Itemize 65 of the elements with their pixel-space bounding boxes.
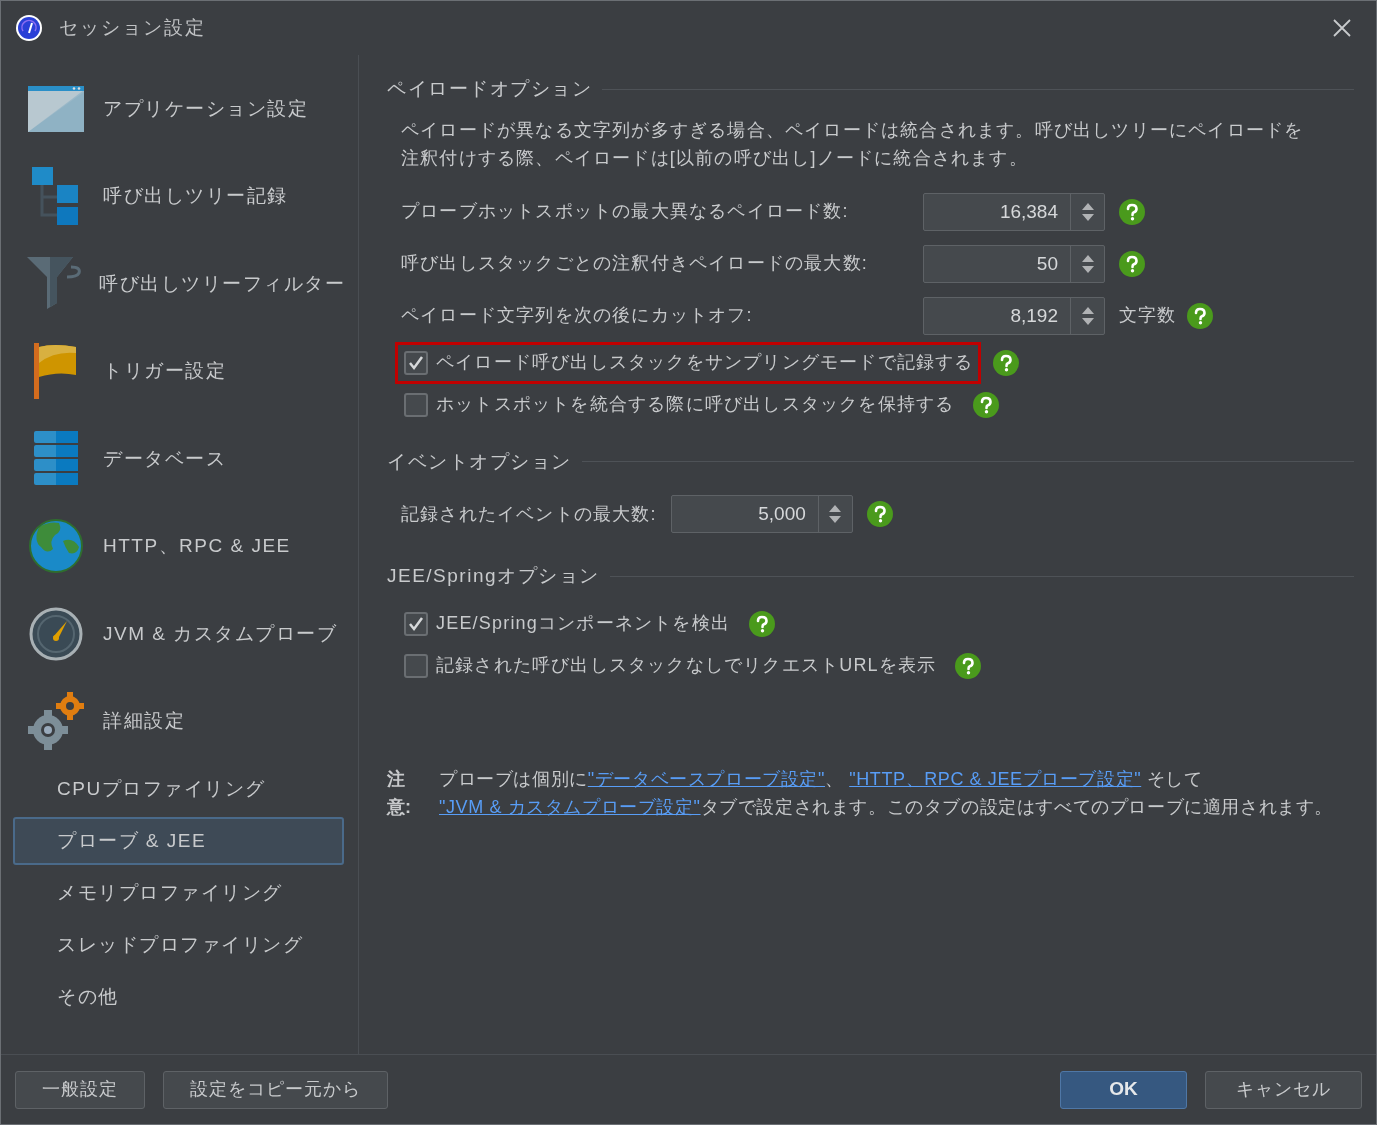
checkbox[interactable] <box>404 611 428 636</box>
up-down-icon[interactable] <box>1080 201 1095 222</box>
sidebar-subitem[interactable]: プローブ & JEE <box>13 817 344 865</box>
sidebar-item[interactable]: HTTP、RPC & JEE <box>13 502 344 590</box>
link[interactable]: "JVM & カスタムプローブ設定" <box>439 796 701 817</box>
gears-icon <box>28 692 84 751</box>
help-icon[interactable] <box>992 349 1019 376</box>
section-title: JEE/Springオプション <box>387 564 600 588</box>
sidebar-subitem[interactable]: CPUプロファイリング <box>13 765 344 813</box>
note-text: プローブは個別に"データベースプローブ設定"、 "HTTP、RPC & JEEプローブ設定" そして "JVM & カスタムプローブ設定"タブで設定されます。このタブの設定はすべてのプローブに適用されます。 <box>439 767 1334 819</box>
note-label: 注意: <box>387 767 412 819</box>
up-down-icon[interactable] <box>1080 253 1095 274</box>
sidebar-subitem[interactable]: その他 <box>13 973 344 1021</box>
field-label: 呼び出しスタックごとの注釈付きペイロードの最大数: <box>401 252 869 275</box>
window-icon <box>28 85 84 132</box>
section-title: イベントオプション <box>387 449 572 474</box>
app-logo-icon <box>15 14 43 42</box>
help-icon[interactable] <box>973 391 1000 418</box>
sidebar-item[interactable]: トリガー設定 <box>13 327 344 415</box>
section-title: ペイロードオプション <box>387 77 592 101</box>
funnel-icon <box>27 256 81 311</box>
help-icon[interactable] <box>1119 198 1145 225</box>
link[interactable]: "データベースプローブ設定" <box>587 768 825 789</box>
sidebar-item[interactable]: アプリケーション設定 <box>13 65 344 153</box>
checkbox-option[interactable]: ホットスポットを統合する際に呼び出しスタックを保持する <box>395 383 962 426</box>
footer-button[interactable]: 設定をコピー元から <box>163 1070 388 1109</box>
sidebar-item[interactable]: 呼び出しツリーフィルター <box>13 240 344 328</box>
checkbox-option[interactable]: 記録された呼び出しスタックなしでリクエストURLを表示 <box>395 644 944 687</box>
help-icon[interactable] <box>1119 250 1145 277</box>
ok-button[interactable]: OK <box>1060 1070 1187 1109</box>
help-icon[interactable] <box>749 610 776 637</box>
tree-icon <box>32 167 80 226</box>
checkbox-option[interactable]: JEE/Springコンポーネントを検出 <box>395 602 738 645</box>
field-label: ペイロード文字列を次の後にカットオフ: <box>401 304 754 327</box>
help-icon[interactable] <box>1186 302 1213 329</box>
checkbox[interactable] <box>404 653 428 678</box>
sidebar-item[interactable]: 詳細設定 <box>13 677 344 765</box>
flag-icon <box>34 343 78 400</box>
checkbox[interactable] <box>404 392 428 417</box>
unit-label: 文字数 <box>1119 304 1177 327</box>
help-icon[interactable] <box>866 501 893 527</box>
footer-button[interactable]: 一般設定 <box>15 1070 145 1109</box>
up-down-icon[interactable] <box>828 504 843 524</box>
database-icon <box>34 430 78 487</box>
number-spinner[interactable]: 8,192 <box>923 296 1105 335</box>
window-title: セッション設定 <box>59 15 206 40</box>
number-spinner[interactable]: 5,000 <box>670 495 853 533</box>
globe-icon <box>29 519 83 574</box>
up-down-icon[interactable] <box>1080 305 1095 326</box>
section-description: ペイロードが異なる文字列が多すぎる場合、ペイロードは統合されます。呼び出しツリーにペイロードを注釈付けする際、ペイロードは[以前の呼び出し]ノードに統合されます。 <box>400 118 1305 170</box>
sidebar-item[interactable]: データベース <box>13 415 344 503</box>
help-icon[interactable] <box>955 652 982 679</box>
link[interactable]: "HTTP、RPC & JEEプローブ設定" <box>849 768 1142 789</box>
number-spinner[interactable]: 50 <box>923 244 1105 283</box>
sidebar-item[interactable]: JVM & カスタムプローブ <box>13 590 344 678</box>
sidebar-subitem[interactable]: メモリプロファイリング <box>13 869 344 917</box>
field-label: プローブホットスポットの最大異なるペイロード数: <box>401 200 850 223</box>
field-label: 記録されたイベントの最大数: <box>401 502 657 526</box>
checkbox-option[interactable]: ペイロード呼び出しスタックをサンプリングモードで記録する <box>395 341 981 384</box>
sidebar-subitem[interactable]: スレッドプロファイリング <box>13 921 344 969</box>
sidebar-item[interactable]: 呼び出しツリー記録 <box>13 152 344 240</box>
checkbox[interactable] <box>404 350 428 375</box>
cancel-button[interactable]: キャンセル <box>1205 1070 1362 1109</box>
number-spinner[interactable]: 16,384 <box>923 192 1105 231</box>
gauge-icon <box>29 606 83 661</box>
